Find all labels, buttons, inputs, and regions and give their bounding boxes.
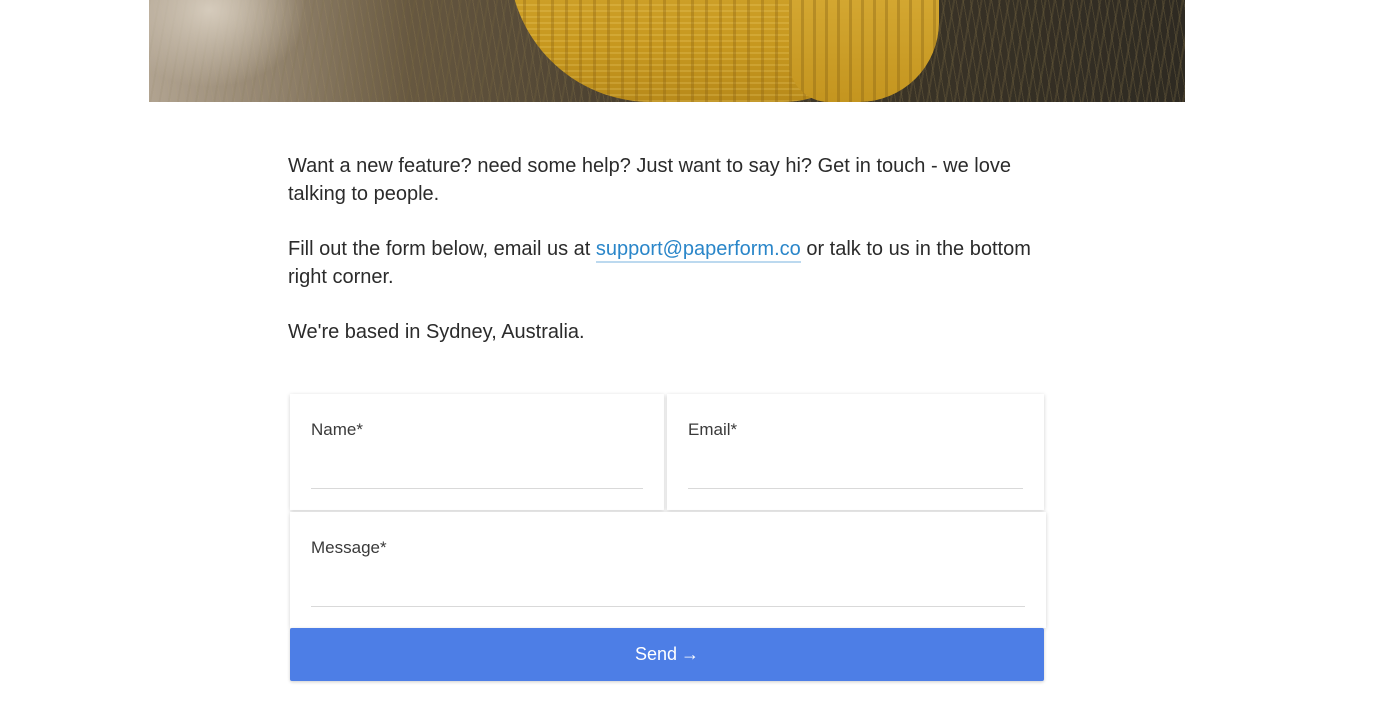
contact-text-before: Fill out the form below, email us at (288, 238, 596, 260)
support-email-link[interactable]: support@paperform.co (595, 238, 801, 263)
name-label: Name* (311, 420, 363, 439)
message-card: Message* (290, 512, 1046, 628)
message-label: Message* (311, 538, 387, 557)
message-input[interactable] (311, 574, 1025, 607)
arrow-right-icon: → (681, 644, 700, 664)
hero-image (149, 0, 1185, 102)
hero-sleeve (789, 0, 939, 102)
name-input[interactable] (311, 456, 643, 489)
location-paragraph: We're based in Sydney, Australia. (288, 321, 585, 343)
contact-page: Want a new feature? need some help? Just… (0, 0, 1400, 701)
email-card: Email* (667, 394, 1044, 510)
intro-paragraph: Want a new feature? need some help? Just… (288, 155, 1011, 205)
email-label: Email* (688, 420, 738, 439)
contact-paragraph: Fill out the form below, email us at sup… (288, 235, 1058, 291)
send-label: Send (634, 644, 678, 664)
intro-text: Want a new feature? need some help? Just… (288, 152, 1058, 373)
send-button[interactable]: Send → (290, 628, 1044, 681)
email-input[interactable] (688, 456, 1023, 489)
hero-blur (149, 0, 409, 102)
name-card: Name* (290, 394, 664, 510)
